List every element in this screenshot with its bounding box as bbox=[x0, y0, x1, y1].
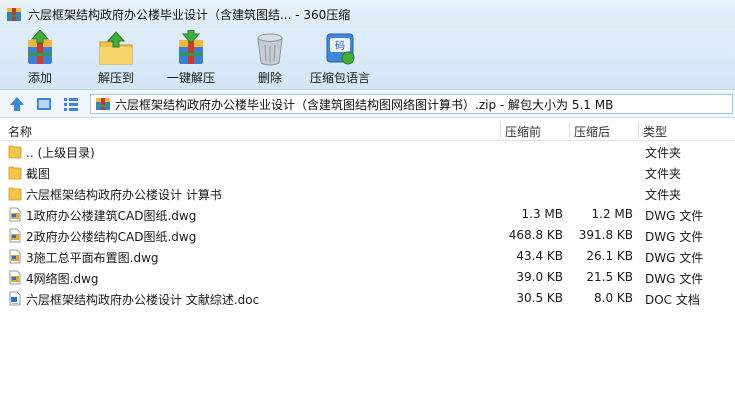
dwg-file-icon bbox=[9, 207, 21, 222]
list-item[interactable]: 截图 文件夹 bbox=[0, 162, 735, 183]
list-item[interactable]: 1政府办公楼建筑CAD图纸.dwg 1.3 MB 1.2 MB DWG 文件 bbox=[0, 204, 735, 225]
dwg-file-icon bbox=[9, 228, 21, 243]
large-icon-view-icon[interactable] bbox=[35, 95, 53, 113]
doc-file-icon bbox=[9, 291, 21, 306]
file-type: DOC 文档 bbox=[645, 293, 700, 307]
column-divider[interactable] bbox=[638, 122, 639, 138]
list-item[interactable]: 3施工总平面布置图.dwg 43.4 KB 26.1 KB DWG 文件 bbox=[0, 246, 735, 267]
app-window: 六层框架结构政府办公楼毕业设计（含建筑图结... - 360压缩 添加 解压到 bbox=[0, 0, 735, 412]
title-bar: 六层框架结构政府办公楼毕业设计（含建筑图结... - 360压缩 bbox=[0, 0, 735, 28]
actual-size: 26.1 KB bbox=[586, 249, 633, 263]
list-item[interactable]: .. (上级目录) 文件夹 bbox=[0, 141, 735, 162]
delete-button-label: 删除 bbox=[257, 71, 282, 85]
file-list: .. (上级目录) 文件夹 截图 文件夹 六层框架结构政府办公楼设计 计算书 文… bbox=[0, 141, 735, 309]
file-type: DWG 文件 bbox=[645, 251, 704, 265]
actual-size: 21.5 KB bbox=[586, 270, 633, 284]
file-type: DWG 文件 bbox=[645, 272, 704, 286]
file-type: 文件夹 bbox=[645, 188, 682, 202]
list-item[interactable]: 2政府办公楼结构CAD图纸.dwg 468.8 KB 391.8 KB DWG … bbox=[0, 225, 735, 246]
list-item[interactable]: 六层框架结构政府办公楼设计 计算书 文件夹 bbox=[0, 183, 735, 204]
one-click-extract-button[interactable]: 一键解压 bbox=[167, 30, 215, 88]
extract-to-button[interactable]: 解压到 bbox=[96, 30, 136, 88]
list-item[interactable]: 4网络图.dwg 39.0 KB 21.5 KB DWG 文件 bbox=[0, 267, 735, 288]
folder-icon bbox=[8, 166, 22, 180]
compressed-size: 1.3 MB bbox=[521, 207, 563, 221]
column-header-type[interactable]: 类型 bbox=[643, 123, 667, 140]
column-header-compressed[interactable]: 压缩前 bbox=[505, 123, 541, 140]
app-archive-icon bbox=[7, 8, 21, 21]
file-name: .. (上级目录) bbox=[26, 146, 95, 160]
add-archive-icon bbox=[28, 30, 52, 64]
compressed-size: 39.0 KB bbox=[516, 270, 563, 284]
file-type: DWG 文件 bbox=[645, 209, 704, 223]
archive-path: 六层框架结构政府办公楼毕业设计（含建筑图结构图网络图计算书）.zip - 解包大… bbox=[115, 97, 614, 112]
actual-size: 1.2 MB bbox=[591, 207, 633, 221]
dwg-file-icon bbox=[9, 249, 21, 264]
one-click-extract-icon bbox=[179, 30, 203, 64]
archive-language-button-label: 压缩包语言 bbox=[310, 71, 371, 85]
delete-button[interactable]: 删除 bbox=[250, 30, 290, 88]
file-name: 1政府办公楼建筑CAD图纸.dwg bbox=[26, 209, 197, 223]
file-type: 文件夹 bbox=[645, 146, 682, 160]
file-list-header: 名称 压缩前 压缩后 类型 bbox=[0, 119, 735, 141]
path-field[interactable]: 六层框架结构政府办公楼毕业设计（含建筑图结构图网络图计算书）.zip - 解包大… bbox=[90, 94, 733, 114]
actual-size: 8.0 KB bbox=[594, 291, 633, 305]
add-button-label: 添加 bbox=[27, 71, 52, 85]
list-item[interactable]: 六层框架结构政府办公楼设计 文献综述.doc 30.5 KB 8.0 KB DO… bbox=[0, 288, 735, 309]
file-name: 六层框架结构政府办公楼设计 计算书 bbox=[26, 188, 222, 202]
delete-trash-icon bbox=[257, 33, 283, 66]
compressed-size: 468.8 KB bbox=[508, 228, 563, 242]
column-divider[interactable] bbox=[500, 122, 501, 138]
column-header-actual[interactable]: 压缩后 bbox=[574, 123, 610, 140]
address-bar: 六层框架结构政府办公楼毕业设计（含建筑图结构图网络图计算书）.zip - 解包大… bbox=[0, 91, 735, 118]
file-name: 六层框架结构政府办公楼设计 文献综述.doc bbox=[26, 293, 260, 307]
file-name: 截图 bbox=[26, 167, 51, 181]
zip-archive-icon bbox=[96, 98, 110, 110]
actual-size: 391.8 KB bbox=[578, 228, 633, 242]
one-click-extract-button-label: 一键解压 bbox=[167, 71, 216, 85]
archive-language-icon: 码 bbox=[326, 33, 355, 65]
list-view-icon[interactable] bbox=[62, 95, 80, 113]
up-arrow-icon[interactable] bbox=[8, 95, 26, 113]
folder-icon bbox=[8, 187, 22, 201]
dwg-file-icon bbox=[9, 270, 21, 285]
extract-to-button-label: 解压到 bbox=[97, 71, 134, 85]
svg-text:码: 码 bbox=[335, 40, 345, 52]
column-header-name[interactable]: 名称 bbox=[8, 123, 32, 140]
compressed-size: 43.4 KB bbox=[516, 249, 563, 263]
file-name: 2政府办公楼结构CAD图纸.dwg bbox=[26, 230, 197, 244]
extract-to-icon bbox=[99, 31, 133, 65]
file-type: DWG 文件 bbox=[645, 230, 704, 244]
column-divider[interactable] bbox=[569, 122, 570, 138]
file-name: 4网络图.dwg bbox=[26, 272, 99, 286]
archive-language-button[interactable]: 码 压缩包语言 bbox=[310, 30, 370, 88]
toolbar: 添加 解压到 一键解压 删除 码 压缩包语言 bbox=[0, 28, 735, 90]
window-title: 六层框架结构政府办公楼毕业设计（含建筑图结... - 360压缩 bbox=[28, 7, 351, 22]
add-button[interactable]: 添加 bbox=[20, 30, 60, 88]
file-name: 3施工总平面布置图.dwg bbox=[26, 251, 159, 265]
compressed-size: 30.5 KB bbox=[516, 291, 563, 305]
folder-icon bbox=[8, 145, 22, 159]
file-type: 文件夹 bbox=[645, 167, 682, 181]
